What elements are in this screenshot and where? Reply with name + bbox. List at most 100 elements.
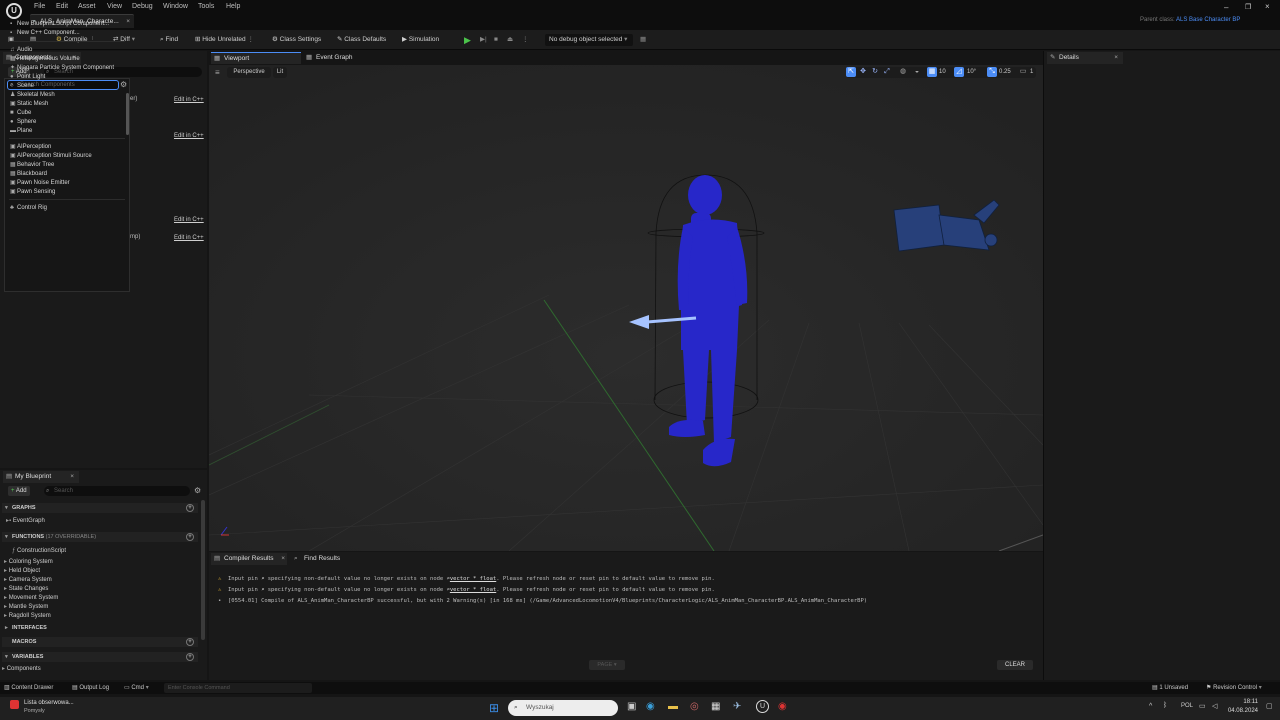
minimize-icon[interactable]: – — [1224, 3, 1228, 12]
menu-file[interactable]: File — [34, 2, 45, 12]
stop-icon[interactable]: ■ — [494, 34, 498, 46]
language-indicator[interactable]: POL — [1181, 703, 1193, 709]
add-function-icon[interactable]: + — [186, 533, 194, 541]
component-option[interactable]: ▦Behavior Tree — [10, 161, 54, 170]
menu-tools[interactable]: Tools — [198, 2, 214, 12]
viewport-menu-icon[interactable]: ≡ — [215, 68, 220, 77]
notifications-icon[interactable]: ▢ — [1266, 702, 1273, 710]
close-icon[interactable]: × — [70, 471, 74, 483]
restore-icon[interactable]: ❐ — [1245, 3, 1251, 11]
add-graph-icon[interactable]: + — [186, 504, 194, 512]
find-button[interactable]: ⌕ Find — [160, 34, 178, 46]
scale-icon[interactable]: ⤢ — [882, 67, 892, 77]
node-link[interactable]: vector * float — [450, 587, 496, 593]
edit-in-cpp-link[interactable]: Edit in C++ — [174, 234, 204, 243]
step-icon[interactable]: ▶| — [480, 34, 487, 46]
pin-link-icon[interactable]: ⌕ — [258, 587, 268, 593]
scale-snap-value[interactable]: 0.25 — [999, 67, 1011, 77]
widget-title[interactable]: Lista obserwowa... — [24, 700, 74, 706]
node-link[interactable]: vector * float — [450, 576, 496, 582]
simulation-button[interactable]: ▶ Simulation — [402, 34, 439, 46]
perspective-button[interactable]: Perspective — [227, 67, 271, 78]
function-category[interactable]: ▸ Ragdoll System — [4, 612, 51, 621]
bluetooth-icon[interactable]: ᛒ — [1163, 702, 1167, 709]
function-category[interactable]: ▸ Mantle System — [4, 603, 48, 612]
component-option[interactable]: ▦Heterogeneous Volume — [10, 55, 80, 64]
app-taskbar-icon[interactable]: ◉ — [778, 701, 787, 712]
component-option[interactable]: ▪ New C++ Component... — [10, 29, 80, 38]
node-link-icon[interactable]: ⌕ — [443, 576, 450, 582]
camera-speed-value[interactable]: 1 — [1030, 67, 1033, 77]
select-mode-icon[interactable]: ⇱ — [846, 67, 856, 77]
rotate-icon[interactable]: ↻ — [870, 67, 880, 77]
interfaces-section[interactable]: ▸ INTERFACES — [2, 623, 198, 633]
unsaved-button[interactable]: ▤ 1 Unsaved — [1152, 683, 1188, 693]
add-macro-icon[interactable]: + — [186, 638, 194, 646]
unreal-logo-icon[interactable]: U — [6, 3, 22, 19]
component-option[interactable]: ♫ Audio — [10, 46, 32, 55]
menu-edit[interactable]: Edit — [56, 2, 68, 12]
functions-section[interactable]: ▾ FUNCTIONS (17 OVERRIDABLE) + — [2, 532, 198, 542]
console-command-input[interactable]: Enter Console Command — [164, 683, 312, 693]
network-icon[interactable]: ▭ — [1199, 702, 1206, 710]
component-option[interactable]: ▣Static Mesh — [10, 100, 48, 109]
tab-find-results[interactable]: ⌕ Find Results — [291, 553, 351, 565]
my-blueprint-tab[interactable]: ▤ My Blueprint × — [3, 471, 79, 483]
play-icon[interactable]: ▶ — [464, 34, 471, 46]
edit-in-cpp-link[interactable]: Edit in C++ — [174, 132, 204, 141]
settings-icon[interactable]: ⚙ — [194, 486, 201, 495]
close-icon[interactable]: × — [126, 15, 130, 28]
function-category[interactable]: ▸ Camera System — [4, 576, 52, 585]
page-button[interactable]: PAGE ▾ — [589, 660, 625, 670]
my-blueprint-search-input[interactable]: ⌕ Search — [44, 486, 190, 496]
class-defaults-button[interactable]: ✎ Class Defaults — [337, 34, 386, 46]
content-drawer-button[interactable]: ▥ Content Drawer — [4, 683, 53, 693]
windows-start-icon[interactable]: ⊞ — [489, 701, 499, 715]
clock-date[interactable]: 04.08.2024 — [1220, 708, 1258, 714]
parent-class-link[interactable]: ALS Base Character BP — [1176, 17, 1240, 23]
component-option[interactable]: ▬Plane — [10, 127, 32, 136]
tab-viewport[interactable]: ▦ Viewport — [211, 52, 301, 64]
scale-snap-icon[interactable]: ⤡ — [987, 67, 997, 77]
lit-button[interactable]: Lit — [273, 67, 287, 78]
world-local-icon[interactable]: ◍ — [898, 67, 908, 77]
component-option[interactable]: ▣AIPerception Stimuli Source — [10, 152, 92, 161]
debug-browse-icon[interactable]: ▦ — [640, 34, 646, 46]
dropdown-scrollbar[interactable] — [126, 93, 129, 135]
component-option[interactable]: ○ Scene — [10, 82, 34, 91]
my-blueprint-scrollbar[interactable] — [201, 500, 205, 640]
close-icon[interactable]: × — [281, 553, 285, 565]
variables-section[interactable]: ▾ VARIABLES + — [2, 652, 198, 662]
close-window-icon[interactable]: × — [1265, 2, 1270, 11]
steam-icon[interactable]: ✈ — [733, 701, 741, 712]
settings-icon[interactable]: ⚙ — [120, 80, 127, 89]
component-option[interactable]: ♟ Skeletal Mesh — [10, 91, 55, 100]
component-option[interactable]: ▣AIPerception — [10, 143, 51, 152]
rotation-snap-icon[interactable]: ◿ — [954, 67, 964, 77]
menu-view[interactable]: View — [107, 2, 122, 12]
move-icon[interactable]: ✥ — [858, 67, 868, 77]
details-tab[interactable]: ✎ Details × — [1047, 52, 1123, 64]
function-category[interactable]: ▸ State Changes — [4, 585, 48, 594]
component-option[interactable]: ▦Blackboard — [10, 170, 47, 179]
tab-event-graph[interactable]: ▦ Event Graph — [303, 52, 363, 64]
more-options-icon[interactable]: ⋮ — [522, 34, 529, 46]
revision-control-button[interactable]: ⚑ Revision Control ▾ — [1206, 683, 1262, 693]
menu-asset[interactable]: Asset — [78, 2, 96, 12]
file-explorer-icon[interactable]: ▬ — [668, 701, 678, 712]
menu-debug[interactable]: Debug — [132, 2, 153, 12]
event-graph-item[interactable]: ▸▪ EventGraph — [6, 517, 45, 526]
close-icon[interactable]: × — [1114, 52, 1118, 64]
construction-script-item[interactable]: ƒ ConstructionScript — [12, 547, 66, 556]
edit-in-cpp-link[interactable]: Edit in C++ — [174, 96, 204, 105]
hide-unrelated-button[interactable]: ⊞ Hide Unrelated ⋮ — [195, 34, 254, 46]
components-category[interactable]: ▸ Components — [2, 665, 41, 674]
function-category[interactable]: ▸ Movement System — [4, 594, 58, 603]
tray-chevron-icon[interactable]: ^ — [1149, 703, 1152, 710]
clock-time[interactable]: 18:11 — [1232, 699, 1258, 705]
taskbar-search-input[interactable]: ⌕ Wyszukaj — [508, 700, 618, 716]
add-variable-icon[interactable]: + — [186, 653, 194, 661]
component-option[interactable]: ▣Pawn Sensing — [10, 188, 55, 197]
graphs-section[interactable]: ▾ GRAPHS + — [2, 503, 198, 513]
grid-snap-icon[interactable]: ▦ — [927, 67, 937, 77]
